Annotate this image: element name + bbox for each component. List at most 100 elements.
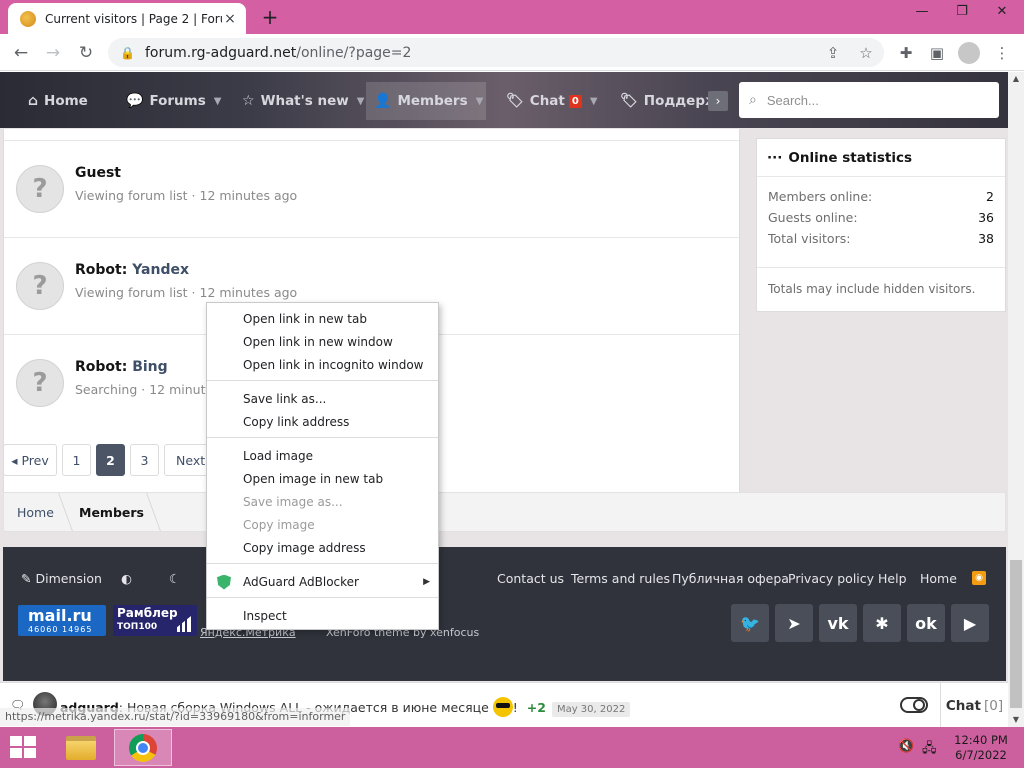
new-tab-button[interactable]: + bbox=[258, 5, 282, 29]
menu-separator bbox=[207, 380, 438, 381]
moon-icon[interactable]: ☾ bbox=[169, 571, 180, 586]
page-3-button[interactable]: 3 bbox=[130, 444, 159, 476]
back-button[interactable]: ← bbox=[10, 42, 32, 64]
page-1-button[interactable]: 1 bbox=[62, 444, 91, 476]
stat-row: Guests online: 36 bbox=[768, 210, 994, 225]
scroll-down-icon[interactable]: ▼ bbox=[1008, 713, 1024, 727]
menu-item-save-link[interactable]: Save link as... bbox=[207, 388, 438, 410]
restore-button[interactable]: ❐ bbox=[942, 0, 982, 22]
footer-link-offer[interactable]: Публичная офера bbox=[672, 571, 789, 586]
youtube-icon[interactable]: ▶ bbox=[951, 604, 989, 642]
default-avatar[interactable]: ? bbox=[16, 165, 64, 213]
system-clock[interactable]: 12:40 PM 6/7/2022 bbox=[950, 733, 1012, 763]
footer-link-privacy[interactable]: Privacy policy bbox=[788, 571, 874, 586]
robot-link[interactable]: Yandex bbox=[132, 262, 189, 278]
menu-item-copy-image-address[interactable]: Copy image address bbox=[207, 537, 438, 559]
scrollbar-thumb[interactable] bbox=[1010, 560, 1022, 708]
tag-icon: 🏷 bbox=[506, 93, 524, 109]
stats-list: Members online: 2 Guests online: 36 Total … bbox=[757, 177, 1005, 268]
breadcrumb-home[interactable]: Home bbox=[17, 505, 54, 520]
search-input[interactable] bbox=[766, 92, 967, 108]
tab-close-icon[interactable]: × bbox=[222, 11, 238, 27]
nav-scroll-right-icon[interactable]: › bbox=[708, 91, 728, 111]
chevron-down-icon[interactable]: ▼ bbox=[476, 96, 484, 107]
chevron-down-icon[interactable]: ▼ bbox=[357, 96, 365, 107]
asterisk-icon[interactable]: ✱ bbox=[863, 604, 901, 642]
browser-toolbar: ← → ↻ 🔒 forum.rg-adguard.net/online/?pag… bbox=[0, 34, 1024, 71]
reload-button[interactable]: ↻ bbox=[75, 42, 97, 64]
network-icon[interactable]: 🖧 bbox=[922, 739, 937, 761]
search-box[interactable]: ⌕ bbox=[739, 82, 999, 118]
bookmark-star-icon[interactable]: ☆ bbox=[856, 43, 876, 63]
minimize-button[interactable]: — bbox=[902, 0, 942, 22]
nav-chat[interactable]: 🏷 Chat 0 ▼ bbox=[506, 82, 598, 120]
prev-page-button[interactable]: ◂ Prev bbox=[3, 444, 57, 476]
windows-start-icon[interactable] bbox=[10, 736, 38, 760]
forward-button[interactable]: → bbox=[42, 42, 64, 64]
menu-item-adguard[interactable]: AdGuard AdBlocker ▶ bbox=[207, 571, 438, 593]
nav-forums[interactable]: 💬 Forums ▼ bbox=[126, 82, 221, 120]
menu-item-open-new-tab[interactable]: Open link in new tab bbox=[207, 308, 438, 330]
page-scrollbar[interactable]: ▲ ▼ bbox=[1008, 72, 1024, 727]
extensions-puzzle-icon[interactable]: ✚ bbox=[896, 43, 916, 63]
menu-item-inspect[interactable]: Inspect bbox=[207, 605, 438, 627]
next-page-button[interactable]: Next bbox=[164, 444, 210, 476]
menu-separator bbox=[207, 563, 438, 564]
style-toggle-icon[interactable]: ◐ bbox=[121, 571, 132, 586]
chat-bubbles-icon: 💬 bbox=[126, 93, 144, 109]
profile-avatar[interactable] bbox=[958, 42, 980, 64]
chevron-down-icon[interactable]: ▼ bbox=[214, 96, 222, 107]
browser-tab[interactable]: Current visitors | Page 2 | Forum × bbox=[8, 3, 246, 34]
odnoklassniki-icon[interactable]: ok bbox=[907, 604, 945, 642]
footer-link-terms[interactable]: Terms and rules bbox=[571, 571, 670, 586]
visitor-name: Robot: Yandex bbox=[75, 262, 190, 278]
menu-item-copy-image: Copy image bbox=[243, 518, 315, 532]
nav-home[interactable]: ⌂ Home bbox=[28, 82, 88, 120]
breadcrumb: Home Members bbox=[3, 492, 1006, 532]
mail-ru-counter[interactable]: mail.ru 46060 14965 bbox=[18, 605, 106, 636]
rss-icon[interactable]: ◉ bbox=[972, 571, 986, 585]
dimension-link[interactable]: ✎ Dimension bbox=[21, 571, 102, 586]
telegram-icon[interactable]: ➤ bbox=[775, 604, 813, 642]
chrome-taskbar-button[interactable] bbox=[114, 729, 172, 766]
chat-toggle-icon[interactable] bbox=[900, 697, 928, 713]
cool-face-emoji-icon bbox=[492, 697, 513, 717]
address-bar[interactable]: 🔒 forum.rg-adguard.net/online/?page=2 bbox=[108, 38, 884, 67]
widget-note: Totals may include hidden visitors. bbox=[768, 282, 976, 296]
context-menu: Open link in new tab Open link in new wi… bbox=[206, 302, 439, 630]
browser-tab-strip: Current visitors | Page 2 | Forum × + — … bbox=[0, 0, 1024, 34]
nav-chat-label: Chat bbox=[529, 93, 565, 109]
current-page-indicator: 2 bbox=[96, 444, 125, 476]
nav-members[interactable]: 👤 Members ▼ bbox=[366, 82, 486, 120]
default-avatar[interactable]: ? bbox=[16, 262, 64, 310]
visitor-name: Guest bbox=[75, 165, 121, 181]
menu-separator bbox=[207, 597, 438, 598]
chat-open-button[interactable]: Chat [0] bbox=[940, 683, 1008, 727]
widget-header: ··· Online statistics bbox=[757, 139, 1005, 177]
menu-item-load-image[interactable]: Load image bbox=[207, 445, 438, 467]
share-icon[interactable]: ⇪ bbox=[823, 43, 843, 63]
footer-link-contact[interactable]: Contact us bbox=[497, 571, 564, 586]
vk-icon[interactable]: vk bbox=[819, 604, 857, 642]
robot-link[interactable]: Bing bbox=[132, 359, 167, 375]
menu-item-open-new-window[interactable]: Open link in new window bbox=[207, 331, 438, 353]
nav-whats-new[interactable]: ☆ What's new ▼ bbox=[242, 82, 364, 120]
footer-link-help[interactable]: Help bbox=[878, 571, 907, 586]
side-panel-icon[interactable]: ▣ bbox=[927, 43, 947, 63]
default-avatar[interactable]: ? bbox=[16, 359, 64, 407]
chevron-down-icon[interactable]: ▼ bbox=[590, 96, 598, 107]
menu-item-copy-link[interactable]: Copy link address bbox=[207, 411, 438, 433]
breadcrumb-members[interactable]: Members bbox=[79, 505, 144, 520]
site-footer: ✎ Dimension ◐ ☾ Contact us Terms and rul… bbox=[3, 547, 1006, 681]
file-explorer-taskbar-button[interactable] bbox=[52, 729, 110, 766]
footer-link-home[interactable]: Home bbox=[920, 571, 957, 586]
speaker-muted-icon[interactable]: 🔇 bbox=[898, 739, 914, 754]
menu-item-open-image-new-tab[interactable]: Open image in new tab bbox=[207, 468, 438, 490]
rambler-top100-counter[interactable]: Рамблер ТОП100 bbox=[113, 605, 197, 636]
scroll-up-icon[interactable]: ▲ bbox=[1008, 72, 1024, 86]
kebab-menu-icon[interactable]: ⋮ bbox=[992, 43, 1012, 63]
twitter-icon[interactable]: 🐦 bbox=[731, 604, 769, 642]
menu-item-open-incognito[interactable]: Open link in incognito window bbox=[207, 354, 438, 376]
nav-support[interactable]: 🏷 Поддержк bbox=[620, 82, 708, 120]
close-window-button[interactable]: ✕ bbox=[982, 0, 1022, 22]
